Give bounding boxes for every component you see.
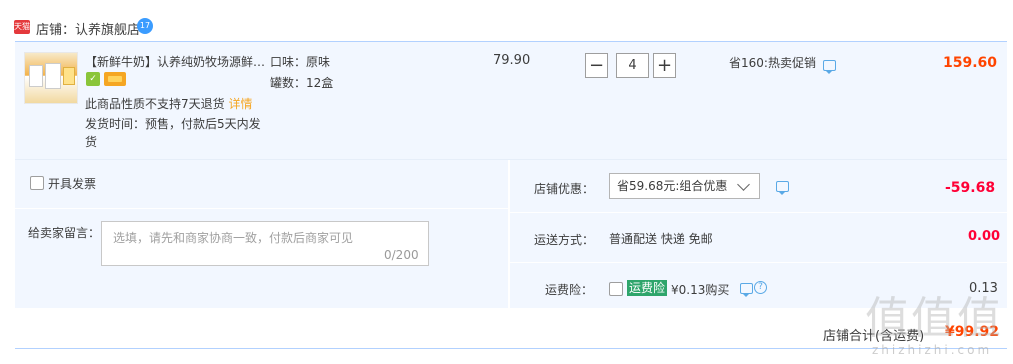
- return-policy-note: 此商品性质不支持7天退货 详情: [85, 95, 252, 112]
- sku-count: 罐数：12盒: [270, 76, 334, 90]
- product-thumbnail[interactable]: [24, 52, 78, 104]
- help-question-icon[interactable]: ?: [754, 281, 767, 294]
- shipping-time: 发货时间：预售，付款后5天内发货: [85, 117, 261, 149]
- quantity-input[interactable]: 4: [616, 53, 649, 78]
- shipping-insurance-label: 运费险：: [545, 283, 594, 297]
- discount-amount: -59.68: [945, 180, 996, 196]
- credit-card-icon: [104, 72, 126, 86]
- promo-comment-icon[interactable]: [823, 60, 836, 74]
- quantity-plus-button[interactable]: +: [653, 53, 676, 78]
- invoice-label[interactable]: 开具发票: [48, 175, 96, 192]
- product-title[interactable]: 【新鲜牛奶】认养纯奶牧场源鲜…: [85, 53, 265, 70]
- quantity-minus-button[interactable]: −: [585, 53, 608, 78]
- promotion-text: 省160:热卖促销: [729, 56, 816, 70]
- watermark-url: zhizhizhi.com: [872, 343, 993, 357]
- seller-note-char-count: 0/200: [384, 248, 419, 262]
- shipping-method-label: 运送方式：: [534, 233, 595, 247]
- shipping-fee: 0.00: [968, 229, 1001, 244]
- insurance-tag: 运费险: [627, 280, 668, 296]
- discount-comment-icon[interactable]: [776, 181, 789, 195]
- store-discount-label: 店铺优惠：: [534, 182, 595, 196]
- divider: [15, 348, 1007, 349]
- detail-link[interactable]: 详情: [228, 97, 252, 111]
- watermark-logo: 值值值: [865, 293, 1003, 344]
- divider: [15, 208, 508, 209]
- shipping-method-value: 普通配送 快递 免邮: [609, 232, 713, 246]
- insurance-checkbox[interactable]: [609, 282, 623, 296]
- insurance-price: ¥0.13购买: [671, 283, 730, 297]
- tmall-badge-icon: 天猫: [14, 20, 30, 34]
- divider: [510, 212, 1007, 213]
- divider: [510, 262, 1007, 263]
- item-subtotal: 159.60: [943, 55, 998, 71]
- service-guarantee-icon: ✓: [86, 72, 100, 86]
- unit-price: 79.90: [493, 53, 531, 68]
- sku-flavor: 口味：原味: [270, 55, 331, 69]
- seller-note-label: 给卖家留言：: [28, 226, 101, 240]
- no-return-text: 此商品性质不支持7天退货: [85, 97, 225, 111]
- store-discount-select[interactable]: 省59.68元:组合优惠: [609, 173, 760, 199]
- invoice-checkbox[interactable]: [30, 176, 44, 190]
- store-discount-selected: 省59.68元:组合优惠: [617, 179, 728, 193]
- store-name[interactable]: 店铺：认养旗舰店: [36, 19, 140, 38]
- insurance-comment-icon[interactable]: [740, 283, 753, 297]
- chat-icon[interactable]: 17: [137, 18, 153, 34]
- seller-note-placeholder: 选填，请先和商家协商一致，付款后商家可见: [113, 231, 354, 245]
